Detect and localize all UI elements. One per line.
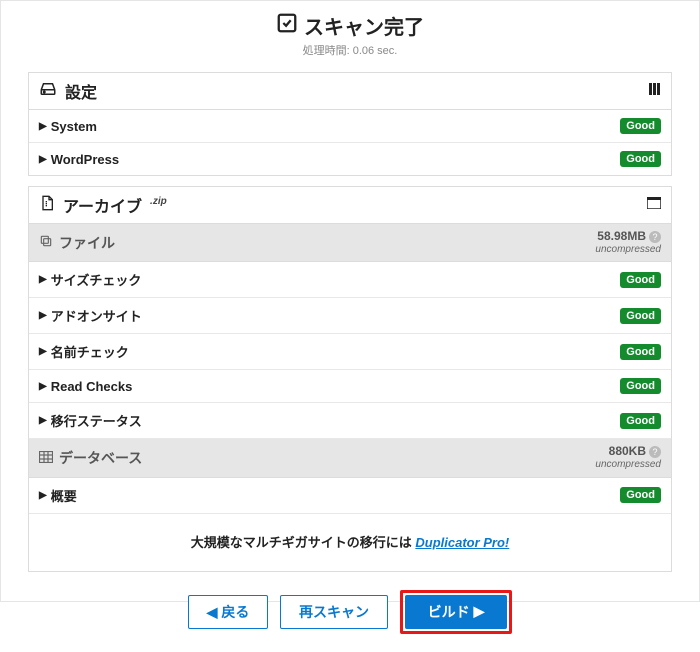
db-note: uncompressed bbox=[595, 459, 661, 470]
files-size: 58.98MB bbox=[597, 229, 646, 243]
status-badge: Good bbox=[620, 487, 661, 503]
row-label: WordPress bbox=[51, 152, 119, 167]
db-subheader[interactable]: データベース 880KB? uncompressed bbox=[29, 439, 671, 477]
caret-right-icon: ▶ bbox=[39, 310, 47, 321]
archive-row[interactable]: ▶ 名前チェック Good bbox=[29, 334, 671, 370]
check-square-icon bbox=[276, 12, 298, 40]
header-subtitle: 処理時間: 0.06 sec. bbox=[1, 42, 699, 58]
archive-ext: .zip bbox=[150, 196, 167, 207]
status-badge: Good bbox=[620, 151, 661, 167]
settings-row[interactable]: ▶ WordPress Good bbox=[29, 143, 671, 175]
triangle-right-icon: ▶ bbox=[474, 603, 485, 620]
row-label: System bbox=[51, 119, 97, 134]
page-title: スキャン完了 bbox=[304, 11, 424, 40]
copy-icon bbox=[39, 234, 53, 251]
build-button[interactable]: ビルド ▶ bbox=[405, 595, 508, 629]
status-badge: Good bbox=[620, 118, 661, 134]
back-label: 戻る bbox=[221, 602, 249, 622]
settings-panel: 設定 ▶ System Good ▶ WordPress Good bbox=[28, 72, 672, 176]
promo-link[interactable]: Duplicator Pro! bbox=[415, 535, 509, 550]
status-badge: Good bbox=[620, 378, 661, 394]
status-badge: Good bbox=[620, 308, 661, 324]
caret-right-icon: ▶ bbox=[39, 415, 47, 426]
archive-title: アーカイブ bbox=[63, 193, 142, 217]
caret-right-icon: ▶ bbox=[39, 346, 47, 357]
rescan-button[interactable]: 再スキャン bbox=[280, 595, 388, 629]
archive-row[interactable]: ▶ 概要 Good bbox=[29, 478, 671, 514]
row-label: サイズチェック bbox=[51, 270, 142, 289]
help-icon[interactable]: ? bbox=[649, 231, 661, 243]
promo-prefix: 大規模なマルチギガサイトの移行には bbox=[191, 535, 416, 550]
caret-right-icon: ▶ bbox=[39, 274, 47, 285]
build-label: ビルド bbox=[428, 602, 470, 622]
help-icon[interactable]: ? bbox=[649, 446, 661, 458]
drive-icon bbox=[39, 80, 57, 103]
archive-row[interactable]: ▶ サイズチェック Good bbox=[29, 262, 671, 298]
files-label: ファイル bbox=[59, 233, 115, 253]
archive-panel-header[interactable]: アーカイブ .zip bbox=[29, 187, 671, 224]
db-label: データベース bbox=[59, 448, 142, 468]
settings-title: 設定 bbox=[65, 79, 97, 103]
row-label: 名前チェック bbox=[51, 342, 129, 361]
status-badge: Good bbox=[620, 272, 661, 288]
table-icon bbox=[39, 450, 53, 466]
status-badge: Good bbox=[620, 413, 661, 429]
tabs-icon bbox=[649, 82, 661, 100]
settings-row[interactable]: ▶ System Good bbox=[29, 110, 671, 143]
back-button[interactable]: ◀ 戻る bbox=[188, 595, 269, 629]
archive-row[interactable]: ▶ アドオンサイト Good bbox=[29, 298, 671, 334]
row-label: 移行ステータス bbox=[51, 411, 142, 430]
footer-buttons: ◀ 戻る 再スキャン ビルド ▶ bbox=[1, 572, 699, 652]
row-label: 概要 bbox=[51, 486, 77, 505]
caret-right-icon: ▶ bbox=[39, 490, 47, 501]
rescan-label: 再スキャン bbox=[299, 602, 369, 622]
window-icon bbox=[647, 196, 661, 214]
archive-panel: アーカイブ .zip ファイル 58.98MB? uncompressed ▶ サ… bbox=[28, 186, 672, 572]
files-note: uncompressed bbox=[595, 244, 661, 255]
settings-panel-header[interactable]: 設定 bbox=[29, 73, 671, 110]
page-root: スキャン完了 処理時間: 0.06 sec. 設定 ▶ System Good ▶… bbox=[0, 0, 700, 602]
header: スキャン完了 処理時間: 0.06 sec. bbox=[1, 1, 699, 62]
status-badge: Good bbox=[620, 344, 661, 360]
caret-right-icon: ▶ bbox=[39, 381, 47, 392]
archive-row[interactable]: ▶ 移行ステータス Good bbox=[29, 403, 671, 439]
row-label: アドオンサイト bbox=[51, 306, 142, 325]
archive-row[interactable]: ▶ Read Checks Good bbox=[29, 370, 671, 403]
row-label: Read Checks bbox=[51, 379, 133, 394]
header-title-row: スキャン完了 bbox=[276, 11, 424, 40]
build-highlight: ビルド ▶ bbox=[400, 590, 513, 634]
caret-right-icon: ▶ bbox=[39, 121, 47, 132]
db-size: 880KB bbox=[609, 444, 646, 458]
caret-right-icon: ▶ bbox=[39, 154, 47, 165]
triangle-left-icon: ◀ bbox=[207, 604, 218, 621]
file-archive-icon bbox=[39, 194, 55, 217]
promo-text: 大規模なマルチギガサイトの移行には Duplicator Pro! bbox=[29, 514, 671, 571]
files-subheader[interactable]: ファイル 58.98MB? uncompressed bbox=[29, 224, 671, 262]
